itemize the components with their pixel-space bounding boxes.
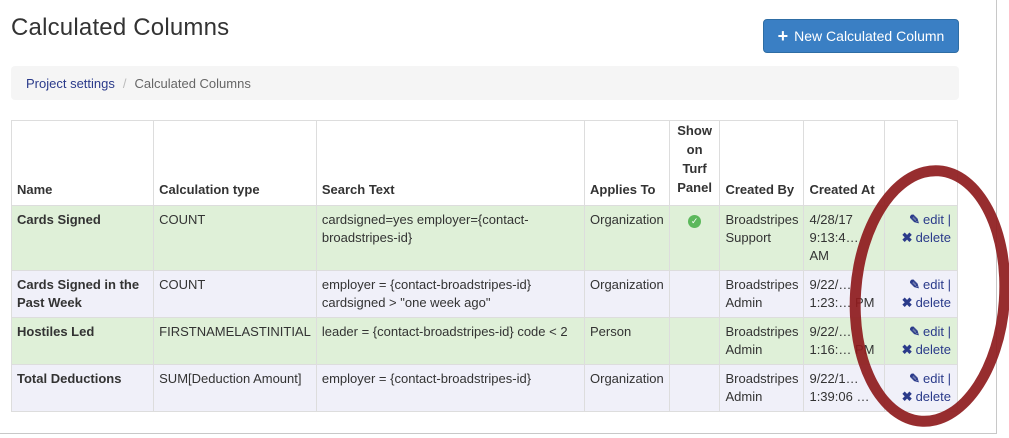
row-created-at: 9/22/… 1:23:… PM <box>803 270 885 318</box>
row-show-on-turf <box>668 364 721 412</box>
row-actions: ✎ edit | ✖ delete <box>883 317 959 365</box>
row-created-at: 9/22/1… 1:39:06 … <box>803 364 885 412</box>
row-created-at: 9/22/… 1:16:… PM <box>803 317 885 365</box>
row-actions: ✎ edit | ✖ delete <box>883 205 959 271</box>
row-applies-to: Organization <box>584 205 670 271</box>
row-calculation-type: COUNT <box>153 205 317 271</box>
row-calculation-type: FIRSTNAMELASTINITIAL <box>153 317 317 365</box>
calculated-columns-table: Name Calculation type Search Text Applie… <box>10 120 959 412</box>
header-applies-to: Applies To <box>584 120 670 206</box>
delete-link[interactable]: ✖ delete <box>890 341 951 359</box>
edit-icon: ✎ <box>909 277 921 292</box>
table-row: Total Deductions SUM[Deduction Amount] emp… <box>10 364 959 412</box>
edit-link[interactable]: ✎ edit | <box>890 370 951 388</box>
row-search-text: cardsigned=yes employer={contact-broadst… <box>315 205 586 271</box>
row-actions: ✎ edit | ✖ delete <box>883 364 959 412</box>
header-name: Name <box>10 120 155 206</box>
row-actions: ✎ edit | ✖ delete <box>883 270 959 318</box>
row-applies-to: Person <box>584 317 670 365</box>
row-created-by: Broadstripes Admin <box>719 317 805 365</box>
row-search-text: employer = {contact-broadstripes-id} car… <box>315 270 586 318</box>
edit-link[interactable]: ✎ edit | <box>890 276 951 294</box>
row-name: Cards Signed <box>10 205 155 271</box>
row-created-by: Broadstripes Admin <box>719 364 805 412</box>
row-show-on-turf <box>668 317 721 365</box>
header-search-text: Search Text <box>315 120 586 206</box>
row-search-text: leader = {contact-broadstripes-id} code … <box>315 317 586 365</box>
delete-x-icon: ✖ <box>901 342 913 357</box>
plus-icon: + <box>777 26 789 46</box>
breadcrumb-project-settings[interactable]: Project settings <box>26 76 115 91</box>
breadcrumb-current: Calculated Columns <box>134 75 251 91</box>
new-calculated-column-button[interactable]: + New Calculated Column <box>763 19 959 53</box>
table-row: Cards Signed in the Past Week COUNT employ… <box>10 270 959 318</box>
row-created-by: Broadstripes Admin <box>719 270 805 318</box>
new-calculated-column-label: New Calculated Column <box>794 28 945 44</box>
row-applies-to: Organization <box>584 364 670 412</box>
edit-icon: ✎ <box>909 324 921 339</box>
delete-link[interactable]: ✖ delete <box>890 294 951 312</box>
row-name: Total Deductions <box>10 364 155 412</box>
edit-link[interactable]: ✎ edit | <box>890 323 951 341</box>
row-calculation-type: SUM[Deduction Amount] <box>153 364 317 412</box>
header-created-at: Created At <box>803 120 885 206</box>
page-title: Calculated Columns <box>11 14 230 41</box>
row-created-by: Broadstripes Support <box>719 205 805 271</box>
table-header-row: Name Calculation type Search Text Applie… <box>10 120 959 206</box>
delete-link[interactable]: ✖ delete <box>890 229 951 247</box>
header-calculation-type: Calculation type <box>153 120 317 206</box>
breadcrumb-separator: / <box>122 75 127 91</box>
delete-link[interactable]: ✖ delete <box>890 388 951 406</box>
check-circle-icon: ✓ <box>688 215 702 228</box>
edit-icon: ✎ <box>909 212 921 227</box>
row-search-text: employer = {contact-broadstripes-id} <box>315 364 586 412</box>
row-applies-to: Organization <box>584 270 670 318</box>
delete-x-icon: ✖ <box>901 295 913 310</box>
header-actions <box>883 120 959 206</box>
row-calculation-type: COUNT <box>153 270 317 318</box>
row-name: Hostiles Led <box>10 317 155 365</box>
row-created-at: 4/28/17 9:13:4… AM <box>803 205 885 271</box>
row-show-on-turf <box>668 270 721 318</box>
table-row: Cards Signed COUNT cardsigned=yes employer… <box>10 205 959 271</box>
delete-x-icon: ✖ <box>901 389 913 404</box>
header-show-on-turf-panel: Show on Turf Panel <box>668 120 721 206</box>
breadcrumb: Project settings / Calculated Columns <box>11 66 959 100</box>
table-row: Hostiles Led FIRSTNAMELASTINITIAL leader =… <box>10 317 959 365</box>
header-created-by: Created By <box>719 120 805 206</box>
row-name: Cards Signed in the Past Week <box>10 270 155 318</box>
edit-link[interactable]: ✎ edit | <box>890 211 951 229</box>
delete-x-icon: ✖ <box>901 230 913 245</box>
row-show-on-turf: ✓ <box>668 205 721 271</box>
edit-icon: ✎ <box>909 371 921 386</box>
